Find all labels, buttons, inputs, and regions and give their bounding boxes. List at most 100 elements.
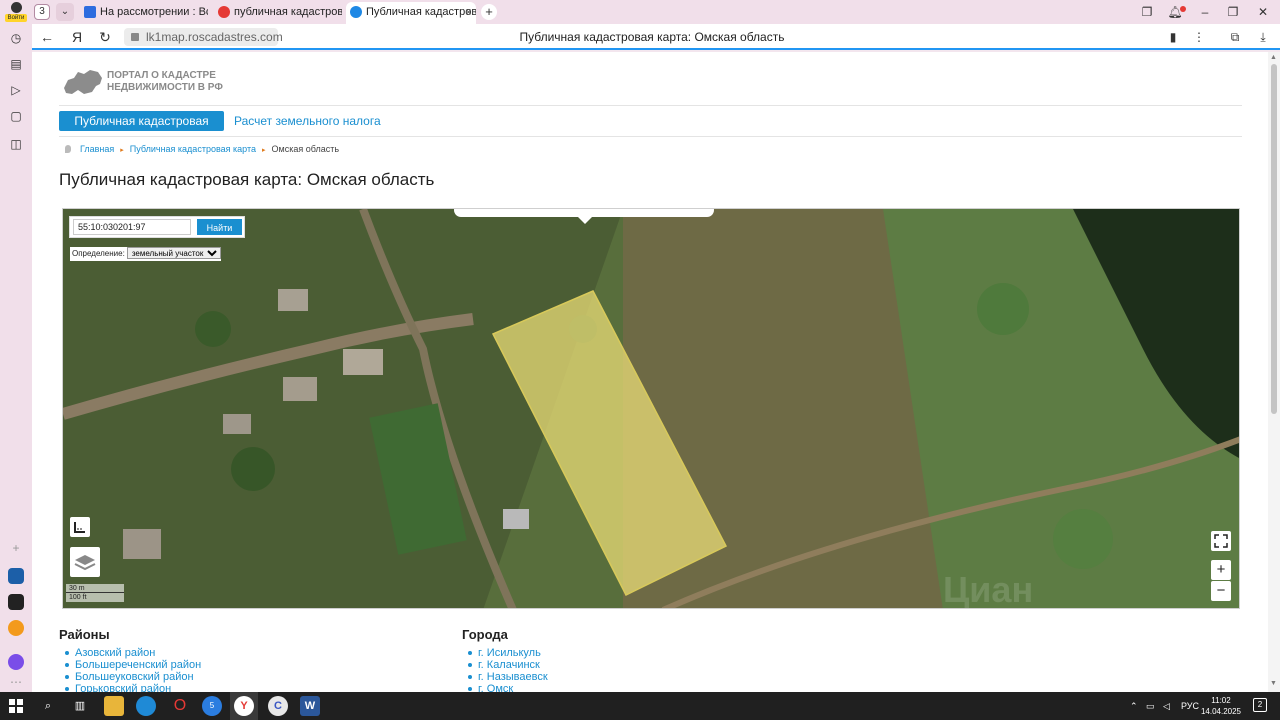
clock-time: 11:02 bbox=[1211, 696, 1231, 705]
districts-heading: Районы bbox=[59, 627, 110, 642]
scroll-up-icon[interactable]: ▲ bbox=[1270, 54, 1277, 61]
lock-icon bbox=[131, 33, 139, 41]
browser-side-panel: ◷ ▤ ▷ ▢ ◫ + ⋯ bbox=[0, 24, 32, 692]
district-link[interactable]: Большеуковский район bbox=[59, 671, 201, 683]
city-link[interactable]: г. Калачинск bbox=[462, 659, 548, 671]
tray-chevron-icon[interactable]: ⌃ bbox=[1130, 699, 1138, 713]
tabs-dropdown-icon[interactable]: ⌄ bbox=[56, 3, 74, 21]
tab-moderation[interactable]: На рассмотрении : Все д bbox=[80, 2, 208, 22]
app-plus-icon[interactable] bbox=[8, 594, 24, 610]
layers-icon bbox=[74, 555, 96, 571]
breadcrumb-map[interactable]: Публичная кадастровая карта bbox=[130, 144, 256, 154]
url-text: lk1map.roscadastres.com bbox=[146, 30, 283, 44]
district-link[interactable]: Большереченский район bbox=[59, 659, 201, 671]
page-scrollbar[interactable]: ▲ ▼ bbox=[1268, 52, 1280, 692]
logo-line-1: ПОРТАЛ О КАДАСТРЕ bbox=[107, 70, 216, 81]
windows-taskbar: ⌕ ▥ O 5 Y C W ⌃ ▭ ◁ РУС 11:02 14.04.2025… bbox=[0, 692, 1280, 720]
cadastral-search: Найти bbox=[69, 216, 245, 238]
city-link[interactable]: г. Омск bbox=[462, 683, 548, 692]
collections-icon[interactable]: ❐ bbox=[1136, 3, 1158, 21]
fullscreen-button[interactable] bbox=[1211, 531, 1231, 551]
back-arrow-icon[interactable]: ← bbox=[38, 28, 56, 46]
district-link[interactable]: Азовский район bbox=[59, 647, 201, 659]
popup-pointer bbox=[576, 215, 594, 224]
zoom-out-button[interactable]: − bbox=[1211, 581, 1231, 601]
tab-favicon-icon bbox=[84, 6, 96, 18]
system-clock[interactable]: 11:02 14.04.2025 bbox=[1198, 695, 1244, 717]
restore-icon[interactable]: ❐ bbox=[1222, 3, 1244, 21]
play-icon[interactable]: ▷ bbox=[8, 82, 24, 98]
profile-button[interactable]: Войти bbox=[3, 1, 29, 23]
menu-cadastral-map[interactable]: Публичная кадастровая карта bbox=[59, 111, 224, 148]
cadastral-map[interactable]: Найти Определение:земельный участок 30 m… bbox=[62, 208, 1240, 609]
bookmark-icon[interactable]: ▮ bbox=[1164, 28, 1182, 46]
city-link[interactable]: г. Называевск bbox=[462, 671, 548, 683]
cadastral-number-input[interactable] bbox=[73, 219, 191, 235]
cian-watermark: Циан bbox=[943, 569, 1034, 609]
volume-icon[interactable]: ◁ bbox=[1163, 699, 1170, 713]
layers-button[interactable] bbox=[70, 547, 100, 577]
tab-cadastral-map[interactable]: Публичная кадастрова × bbox=[346, 2, 476, 24]
yandex-favicon-icon bbox=[218, 6, 230, 18]
breadcrumb-home[interactable]: Главная bbox=[80, 144, 114, 154]
windows-logo-icon bbox=[9, 699, 23, 713]
city-link[interactable]: г. Исилькуль bbox=[462, 647, 548, 659]
windows-start-icon[interactable] bbox=[6, 696, 26, 716]
notes-icon[interactable]: ▤ bbox=[8, 56, 24, 72]
page-title: Публичная кадастровая карта: Омская обла… bbox=[59, 170, 435, 189]
district-link[interactable]: Горьковский район bbox=[59, 683, 201, 692]
zoom-in-button[interactable]: + bbox=[1211, 560, 1231, 580]
reader-icon[interactable]: ⧉ bbox=[1226, 28, 1244, 46]
minimize-icon[interactable]: – bbox=[1194, 3, 1216, 21]
downloads-icon[interactable]: ⤓ bbox=[1254, 28, 1272, 46]
app-market-icon[interactable] bbox=[8, 620, 24, 636]
notification-center-icon[interactable]: 2 bbox=[1253, 698, 1267, 712]
url-field[interactable]: lk1map.roscadastres.com bbox=[124, 28, 283, 46]
new-tab-button[interactable]: + bbox=[481, 4, 497, 20]
browser-tab-bar: Войти 3 ⌄ На рассмотрении : Все д публич… bbox=[0, 0, 1280, 24]
fullscreen-icon bbox=[1214, 534, 1228, 548]
language-indicator[interactable]: РУС bbox=[1181, 699, 1199, 713]
word-icon[interactable]: W bbox=[300, 696, 320, 716]
tabs-count-icon[interactable]: ▢ bbox=[8, 108, 24, 124]
reload-icon[interactable]: ↻ bbox=[96, 28, 114, 46]
alice-icon[interactable] bbox=[8, 654, 24, 670]
app-c-icon[interactable]: C bbox=[268, 696, 288, 716]
more-menu-icon[interactable]: ⋮ bbox=[1190, 28, 1208, 46]
search-icon[interactable]: ⌕ bbox=[38, 696, 58, 716]
russia-map-icon bbox=[64, 70, 102, 94]
menu-land-tax[interactable]: Расчет земельного налога bbox=[234, 111, 381, 131]
network-icon[interactable]: ▭ bbox=[1146, 699, 1155, 713]
map-favicon-icon bbox=[350, 6, 362, 18]
app-mail-icon[interactable] bbox=[8, 568, 24, 584]
find-button[interactable]: Найти bbox=[196, 218, 243, 236]
yandex-icon[interactable]: Я bbox=[68, 28, 86, 46]
site-logo[interactable]: ПОРТАЛ О КАДАСТРЕ НЕДВИЖИМОСТИ В РФ bbox=[62, 68, 262, 98]
tab-counter[interactable]: 3 bbox=[34, 4, 50, 20]
scale-imperial: 100 ft bbox=[66, 593, 124, 602]
tab-search[interactable]: публичная кадастровая bbox=[214, 2, 342, 22]
logo-line-2: НЕДВИЖИМОСТИ В РФ bbox=[107, 82, 223, 93]
yandex-browser-icon[interactable]: Y bbox=[234, 696, 254, 716]
more-apps-icon[interactable]: ⋯ bbox=[8, 674, 24, 690]
scroll-thumb[interactable] bbox=[1271, 64, 1277, 414]
edge-icon[interactable] bbox=[136, 696, 156, 716]
app-badge-icon[interactable]: 5 bbox=[202, 696, 222, 716]
user-icon bbox=[10, 2, 22, 13]
opera-icon[interactable]: O bbox=[170, 696, 190, 716]
satellite-imagery bbox=[63, 209, 1239, 608]
tab-close-icon[interactable]: × bbox=[465, 2, 472, 22]
cities-list: г. Исилькуль г. Калачинск г. Называевск … bbox=[462, 647, 548, 692]
history-icon[interactable]: ◷ bbox=[8, 30, 24, 46]
task-view-icon[interactable]: ▥ bbox=[70, 696, 90, 716]
screenshot-icon[interactable]: ◫ bbox=[8, 136, 24, 152]
object-type-select[interactable]: земельный участок bbox=[126, 247, 221, 259]
tab-title: Публичная кадастрова bbox=[366, 6, 476, 18]
breadcrumb: Главная ▸ Публичная кадастровая карта ▸ Омск… bbox=[65, 143, 339, 157]
breadcrumb-arrow-icon: ▸ bbox=[120, 147, 124, 154]
close-window-icon[interactable]: ✕ bbox=[1252, 3, 1274, 21]
measure-tool-button[interactable] bbox=[70, 517, 90, 537]
scroll-down-icon[interactable]: ▼ bbox=[1270, 680, 1277, 687]
add-panel-icon[interactable]: + bbox=[8, 540, 24, 556]
file-explorer-icon[interactable] bbox=[104, 696, 124, 716]
